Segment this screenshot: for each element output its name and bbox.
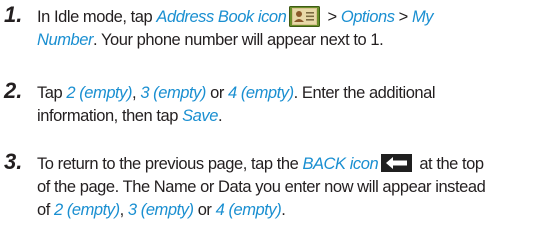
entry-2-link: 2 (empty): [54, 201, 120, 219]
entry-3-link: 3 (empty): [140, 84, 206, 102]
step-line: of the page. The Name or Data you enter …: [37, 176, 537, 199]
step-line: Number. Your phone number will appear ne…: [37, 29, 537, 52]
text-run: or: [193, 201, 216, 219]
text-run: of the page. The Name or Data you enter …: [37, 178, 486, 196]
text-run: .: [217, 107, 223, 125]
text-run: >: [323, 8, 341, 26]
step-text: In Idle mode, tap Address Book icon > Op…: [37, 6, 537, 52]
address-book-link: Address Book icon: [156, 8, 287, 26]
my-number-link: Number: [37, 31, 93, 49]
step-line: Tap 2 (empty), 3 (empty) or 4 (empty). E…: [37, 82, 537, 105]
step-text: Tap 2 (empty), 3 (empty) or 4 (empty). E…: [37, 82, 537, 128]
text-run: information, then tap: [37, 107, 183, 125]
step-number: 1.: [4, 2, 23, 27]
step-number: 3.: [4, 149, 23, 174]
text-run: Tap: [37, 84, 67, 102]
text-run: ,: [119, 201, 128, 219]
text-run: >: [394, 8, 412, 26]
text-run: . Your phone number will appear next to …: [93, 31, 384, 49]
options-link: Options: [340, 8, 395, 26]
entry-2-link: 2 (empty): [66, 84, 133, 102]
entry-4-link: 4 (empty): [215, 201, 282, 219]
instruction-page: 1. In Idle mode, tap Address Book icon >…: [0, 0, 543, 244]
text-run: In Idle mode, tap: [37, 8, 157, 26]
entry-3-link: 3 (empty): [127, 201, 194, 219]
text-run: at the top: [415, 155, 484, 173]
my-number-link: My: [412, 8, 434, 26]
entry-4-link: 4 (empty): [228, 84, 294, 102]
step-text: To return to the previous page, tap the …: [37, 153, 537, 222]
step-line: of 2 (empty), 3 (empty) or 4 (empty).: [37, 199, 537, 222]
address-book-icon: [289, 6, 321, 27]
step-line: information, then tap Save.: [37, 105, 537, 128]
back-link: BACK icon: [302, 155, 379, 173]
text-run: . Enter the additional: [293, 84, 436, 102]
back-arrow-icon: [381, 154, 413, 172]
step-line: In Idle mode, tap Address Book icon > Op…: [37, 6, 537, 29]
step-line: To return to the previous page, tap the …: [37, 153, 537, 176]
step-number: 2.: [4, 78, 23, 103]
save-link: Save: [182, 107, 218, 125]
text-run: or: [205, 84, 228, 102]
text-run: To return to the previous page, tap the: [37, 155, 303, 173]
text-run: of: [37, 201, 54, 219]
text-run: .: [281, 201, 286, 219]
